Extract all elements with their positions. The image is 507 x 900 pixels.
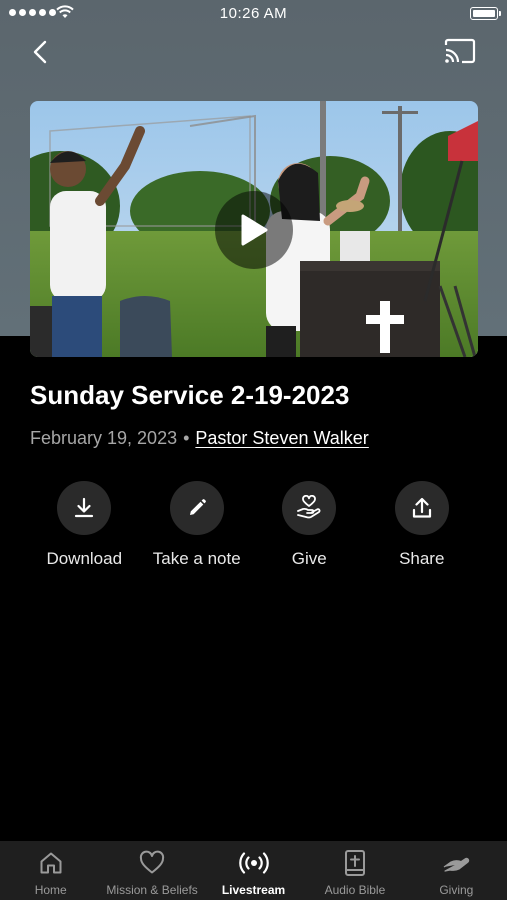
tab-livestream-label: Livestream xyxy=(221,883,286,897)
download-button[interactable]: Download xyxy=(28,481,141,569)
pencil-icon-circle xyxy=(169,481,224,535)
take-a-note-label: Take a note xyxy=(152,549,241,568)
cast-button[interactable] xyxy=(442,36,478,68)
download-icon xyxy=(75,497,94,518)
tab-home-label: Home xyxy=(34,883,67,897)
tab-home[interactable]: Home xyxy=(0,841,101,900)
broadcast-icon xyxy=(238,852,269,874)
battery-icon xyxy=(470,7,501,20)
action-row: Download Take a note Give Share xyxy=(28,481,478,569)
tab-livestream[interactable]: Livestream xyxy=(203,841,304,900)
download-icon-circle xyxy=(57,481,112,535)
speaker-link[interactable]: Pastor Steven Walker xyxy=(195,428,368,448)
giving-hand-icon xyxy=(443,857,470,872)
video-player[interactable] xyxy=(30,101,478,357)
give-icon-circle xyxy=(282,481,337,535)
give-button[interactable]: Give xyxy=(253,481,366,569)
tab-mission-beliefs-label: Mission & Beliefs xyxy=(106,883,198,897)
tab-audio-bible[interactable]: Audio Bible xyxy=(304,841,405,900)
home-icon xyxy=(40,852,62,874)
play-button[interactable] xyxy=(215,191,293,269)
share-icon-circle xyxy=(394,481,449,535)
pencil-icon xyxy=(189,499,206,515)
tab-mission-beliefs[interactable]: Mission & Beliefs xyxy=(101,841,202,900)
download-label: Download xyxy=(46,549,123,568)
back-button[interactable] xyxy=(26,36,56,68)
tab-bar: Home Mission & Beliefs Livestream Audio … xyxy=(0,841,507,900)
give-hand-heart-icon xyxy=(297,495,321,519)
status-bar: 10:26 AM xyxy=(0,0,507,28)
tab-giving[interactable]: Giving xyxy=(406,841,507,900)
give-label: Give xyxy=(291,549,327,568)
meta-separator: • xyxy=(183,428,190,448)
share-icon xyxy=(412,497,431,518)
heart-icon xyxy=(140,850,165,874)
sermon-title: Sunday Service 2-19-2023 xyxy=(30,380,350,410)
take-a-note-button[interactable]: Take a note xyxy=(141,481,254,569)
bible-icon xyxy=(344,850,365,876)
cast-icon xyxy=(444,38,476,64)
tab-giving-label: Giving xyxy=(439,883,474,897)
sermon-meta: February 19, 2023 • Pastor Steven Walker xyxy=(30,428,369,449)
play-icon xyxy=(241,214,268,246)
status-time: 10:26 AM xyxy=(219,5,288,22)
chevron-left-icon xyxy=(33,40,47,64)
sermon-date: February 19, 2023 xyxy=(30,428,178,448)
tab-audio-bible-label: Audio Bible xyxy=(324,883,386,897)
share-label: Share xyxy=(399,549,445,568)
share-button[interactable]: Share xyxy=(366,481,479,569)
